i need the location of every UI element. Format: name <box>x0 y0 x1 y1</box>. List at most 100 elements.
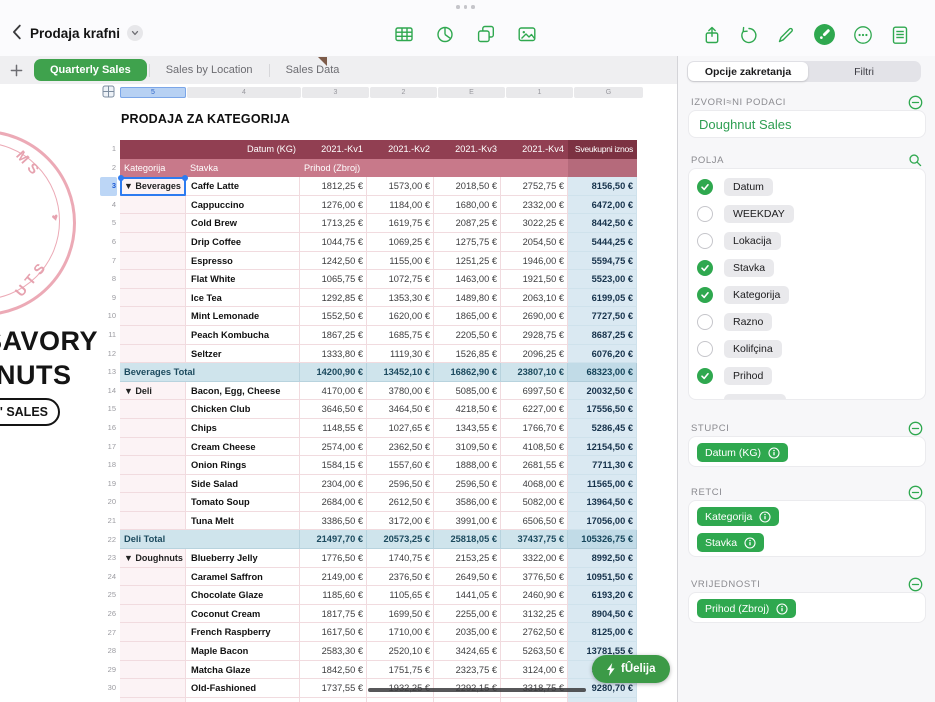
row-number[interactable]: 6 <box>100 233 117 252</box>
cell[interactable]: 2583,30 € <box>300 642 367 661</box>
header-grand-total[interactable]: Sveukupni iznos <box>568 140 637 159</box>
row-number[interactable]: 29 <box>100 661 117 680</box>
cell[interactable]: 2574,00 € <box>300 438 367 457</box>
field-pill[interactable]: Prihod <box>724 367 772 385</box>
cell[interactable]: 2596,50 € <box>367 475 434 494</box>
cell[interactable]: 1557,60 € <box>367 456 434 475</box>
cell[interactable]: 2332,00 € <box>501 196 568 215</box>
cell[interactable]: 6472,00 € <box>568 196 637 215</box>
cell[interactable]: 1685,75 € <box>367 326 434 345</box>
cell[interactable]: 8125,00 € <box>568 623 637 642</box>
row-number[interactable]: 11 <box>100 326 117 345</box>
cell[interactable]: 1027,65 € <box>367 419 434 438</box>
row-number[interactable]: 27 <box>100 624 117 643</box>
header-quarter[interactable]: 2021.-Kv2 <box>367 140 434 159</box>
row-number[interactable]: 14 <box>100 382 117 401</box>
row-number[interactable]: 1 <box>100 140 117 159</box>
cell[interactable]: 1441,05 € <box>434 586 501 605</box>
row-number[interactable]: 13 <box>100 363 117 382</box>
cell[interactable]: 2362,50 € <box>367 438 434 457</box>
column-header[interactable]: 2 <box>370 87 437 98</box>
cell[interactable]: 2096,25 € <box>501 345 568 364</box>
row-number[interactable]: 9 <box>100 289 117 308</box>
column-header[interactable]: E <box>438 87 505 98</box>
field-checkbox[interactable] <box>697 260 713 276</box>
cell[interactable]: Espresso <box>186 252 300 271</box>
cell[interactable]: Chicken Club <box>186 400 300 419</box>
cell[interactable]: 2690,00 € <box>501 307 568 326</box>
cell[interactable]: 1776,50 € <box>300 549 367 568</box>
cell[interactable]: 3586,00 € <box>434 493 501 512</box>
cell[interactable]: 12154,50 € <box>568 438 637 457</box>
cell[interactable]: Peach Kombucha <box>186 326 300 345</box>
cell[interactable]: Cold Brew <box>186 214 300 233</box>
cell[interactable]: 1184,00 € <box>367 196 434 215</box>
cell[interactable]: 1148,55 € <box>300 419 367 438</box>
field-checkbox[interactable] <box>697 314 713 330</box>
field-pill[interactable]: Datum <box>724 178 773 196</box>
horizontal-scrollbar[interactable] <box>368 688 586 692</box>
cell[interactable]: 1867,25 € <box>300 326 367 345</box>
row-number[interactable]: 10 <box>100 307 117 326</box>
cell[interactable]: 3322,00 € <box>501 549 568 568</box>
cell[interactable]: Cappuccino <box>186 196 300 215</box>
cell[interactable]: 8992,50 € <box>568 549 637 568</box>
cell[interactable]: Matcha Glaze <box>186 661 300 680</box>
row-number[interactable]: 25 <box>100 586 117 605</box>
cell[interactable]: 2018,50 € <box>434 177 501 196</box>
field-checkbox[interactable] <box>697 341 713 357</box>
row-number[interactable]: 31 <box>100 698 117 702</box>
cell[interactable]: 1489,80 € <box>434 289 501 308</box>
cell[interactable]: 25818,05 € <box>434 530 501 549</box>
cell[interactable]: Peanut Banana <box>186 698 300 702</box>
cell[interactable]: 1044,75 € <box>300 233 367 252</box>
cell[interactable]: 1751,75 € <box>367 661 434 680</box>
row-number[interactable]: 24 <box>100 568 117 587</box>
cell[interactable]: 2205,50 € <box>434 326 501 345</box>
cell[interactable]: 5286,45 € <box>568 419 637 438</box>
insert-media-button[interactable] <box>517 24 537 44</box>
row-number[interactable]: 26 <box>100 605 117 624</box>
row-number[interactable]: 19 <box>100 475 117 494</box>
cell[interactable]: 3132,25 € <box>501 605 568 624</box>
cell[interactable]: 2752,75 € <box>501 177 568 196</box>
row-number[interactable]: 30 <box>100 679 117 698</box>
cell[interactable]: 1617,50 € <box>300 623 367 642</box>
cell[interactable]: 6997,50 € <box>501 382 568 401</box>
pivot-field-pill[interactable]: Stavka <box>697 533 764 552</box>
cell[interactable]: Beverages Total <box>120 363 300 382</box>
chevron-down-icon[interactable] <box>127 25 143 41</box>
cell[interactable]: 2681,55 € <box>501 456 568 475</box>
cell[interactable]: Caffe Latte <box>186 177 300 196</box>
cell[interactable]: 1333,80 € <box>300 345 367 364</box>
cell[interactable]: 1865,00 € <box>434 307 501 326</box>
cell[interactable]: Coconut Cream <box>186 605 300 624</box>
cell[interactable]: 1292,85 € <box>300 289 367 308</box>
cell[interactable]: 1155,00 € <box>367 252 434 271</box>
cell[interactable]: 2684,00 € <box>300 493 367 512</box>
tab-quarterly-sales[interactable]: Quarterly Sales <box>34 59 147 81</box>
cell[interactable]: 1680,00 € <box>434 196 501 215</box>
row-number[interactable]: 16 <box>100 419 117 438</box>
field-pill[interactable]: Lokacija <box>724 232 781 250</box>
cell[interactable]: Old-Fashioned <box>186 679 300 698</box>
cell[interactable]: 14200,90 € <box>300 363 367 382</box>
cell[interactable]: 1065,75 € <box>300 270 367 289</box>
pivot-field-pill[interactable]: Prihod (Zbroj) <box>697 599 796 618</box>
cell[interactable]: 4170,00 € <box>300 382 367 401</box>
cell[interactable]: 2054,50 € <box>501 233 568 252</box>
cell[interactable]: 68323,00 € <box>568 363 637 382</box>
cell[interactable] <box>120 512 186 531</box>
cell[interactable]: 10951,50 € <box>568 568 637 587</box>
tab-pivot-options[interactable]: Opcije zakretanja <box>688 62 808 81</box>
cell[interactable]: 1573,00 € <box>367 177 434 196</box>
field-pill[interactable] <box>724 394 786 401</box>
cell[interactable]: Ice Tea <box>186 289 300 308</box>
cell[interactable]: 6193,20 € <box>568 586 637 605</box>
cell[interactable] <box>120 605 186 624</box>
markup-button[interactable] <box>776 25 796 45</box>
cell[interactable]: Seltzer <box>186 345 300 364</box>
cell[interactable]: 13964,50 € <box>568 493 637 512</box>
cell[interactable]: 1699,50 € <box>367 605 434 624</box>
info-icon[interactable] <box>744 537 756 549</box>
